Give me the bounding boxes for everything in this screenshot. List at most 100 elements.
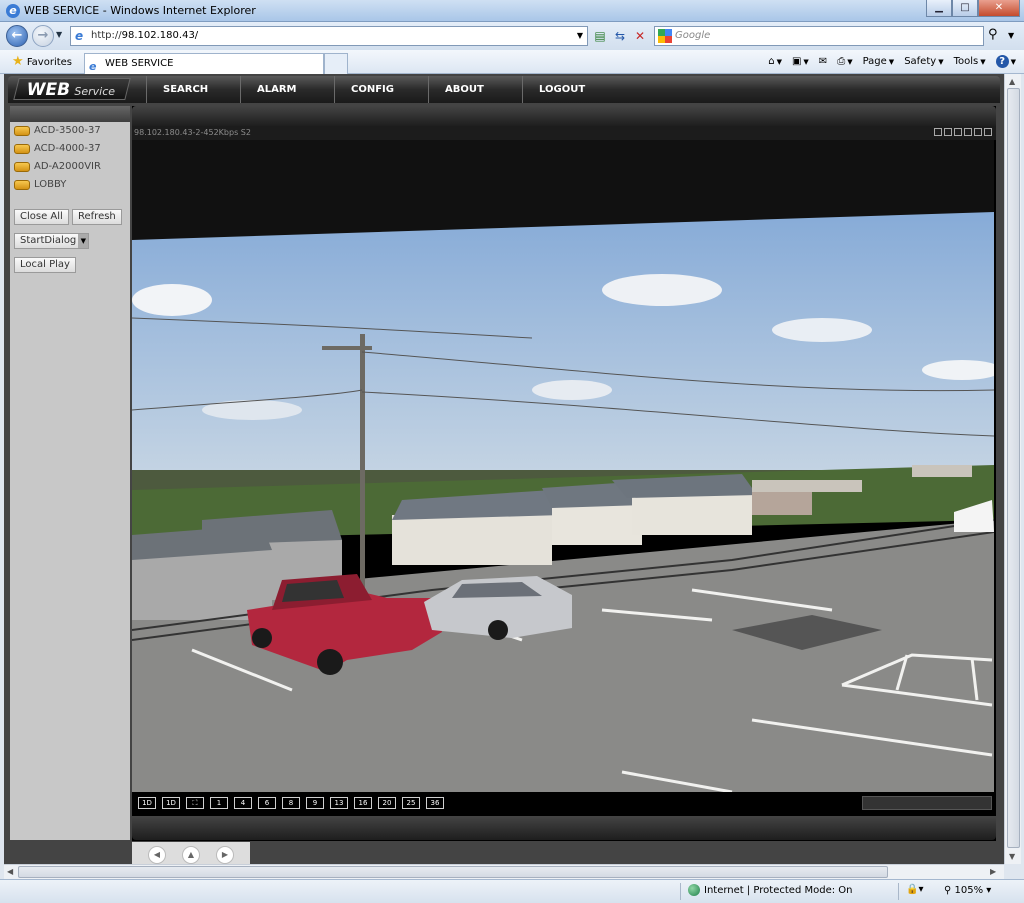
home-icon[interactable]: ⌂ ▼ (766, 54, 784, 70)
zoom-icon[interactable] (964, 128, 972, 136)
vertical-scroll-thumb[interactable] (1007, 88, 1020, 848)
close-button[interactable]: ✕ (978, 0, 1020, 17)
search-input[interactable]: Google (654, 26, 984, 46)
print-icon[interactable]: ⎙ ▼ (835, 54, 854, 70)
device-sidebar: ACD-3500-37 ACD-4000-37 AD-A2000VIR LOBB… (10, 106, 130, 840)
security-zone[interactable]: Internet | Protected Mode: On (688, 884, 852, 896)
mail-icon[interactable]: ✉ (817, 54, 829, 70)
stream-info: 98.102.180.43-2-452Kbps S2 (132, 126, 996, 140)
print-icon[interactable] (954, 128, 962, 136)
refresh-button[interactable]: Refresh (72, 209, 122, 225)
search-dropdown-icon[interactable]: ▼ (1008, 31, 1014, 40)
layout-button[interactable]: 1 (210, 797, 228, 809)
device-item[interactable]: ACD-4000-37 (10, 140, 130, 158)
device-label: AD-A2000VIR (34, 161, 101, 172)
scroll-down-icon[interactable]: ▼ (1009, 852, 1015, 861)
help-menu[interactable]: ? ▼ (994, 54, 1018, 70)
snapshot-icon[interactable] (944, 128, 952, 136)
page-menu[interactable]: Page ▼ (861, 54, 897, 70)
minimize-button[interactable]: ▁ (926, 0, 952, 17)
page-menu-label: Page (862, 56, 887, 67)
tab-web-service[interactable]: e WEB SERVICE (84, 53, 324, 74)
tools-menu[interactable]: Tools ▼ (952, 54, 988, 70)
layout-button[interactable]: 20 (378, 797, 396, 809)
address-dropdown-icon[interactable]: ▼ (577, 31, 583, 40)
stop-icon[interactable]: ✕ (632, 28, 648, 44)
web-service-logo: WEB Service (13, 78, 131, 100)
local-play-button[interactable]: Local Play (14, 257, 76, 273)
safety-menu[interactable]: Safety ▼ (902, 54, 945, 70)
scroll-up-icon[interactable]: ▲ (1009, 77, 1015, 86)
google-icon (658, 29, 672, 43)
horizontal-scroll-thumb[interactable] (18, 866, 888, 878)
device-item[interactable]: AD-A2000VIR (10, 158, 130, 176)
layout-button[interactable]: 1D (138, 797, 156, 809)
window-control-buttons[interactable] (862, 796, 992, 810)
tab-title: WEB SERVICE (105, 58, 174, 69)
menu-search[interactable]: SEARCH (146, 76, 240, 103)
search-icon[interactable]: ⚲ (988, 27, 998, 42)
zone-label: Internet | Protected Mode: On (704, 885, 853, 896)
logo-web-text: WEB (26, 80, 71, 100)
window-title: WEB SERVICE - Windows Internet Explorer (24, 4, 256, 17)
scroll-left-icon[interactable]: ◀ (7, 867, 13, 876)
maximize-button[interactable]: □ (952, 0, 978, 17)
audio-icon[interactable] (974, 128, 982, 136)
horizontal-scrollbar[interactable]: ◀ ▶ (4, 864, 1004, 879)
device-item[interactable]: LOBBY (10, 176, 130, 194)
layout-button[interactable]: 16 (354, 797, 372, 809)
feeds-icon[interactable]: ▣ ▼ (790, 54, 811, 70)
ptz-left-arrow-icon[interactable]: ◀ (148, 846, 166, 864)
new-tab-button[interactable] (324, 53, 348, 74)
layout-button[interactable]: 13 (330, 797, 348, 809)
favorites-button[interactable]: ★ Favorites (8, 53, 78, 71)
status-bar: Internet | Protected Mode: On 🔒▾ ⚲ 105% … (0, 879, 1024, 903)
safety-menu-label: Safety (904, 56, 937, 67)
layout-button[interactable]: 6 (258, 797, 276, 809)
history-dropdown-icon[interactable]: ▼ (56, 30, 62, 39)
menu-config[interactable]: CONFIG (334, 76, 428, 103)
protected-mode-icon[interactable]: 🔒▾ (906, 884, 923, 895)
scroll-right-icon[interactable]: ▶ (990, 867, 996, 876)
menu-logout[interactable]: LOGOUT (522, 76, 642, 103)
menu-about[interactable]: ABOUT (428, 76, 522, 103)
camera-feed[interactable] (132, 140, 994, 792)
ptz-control-panel: ◀ ▲ ▶ (132, 842, 250, 864)
ie-logo-icon: e (6, 4, 20, 18)
zoom-control[interactable]: ⚲ 105% ▾ (944, 885, 991, 896)
vertical-scrollbar[interactable]: ▲ ▼ (1004, 74, 1021, 864)
layout-button[interactable]: 1D (162, 797, 180, 809)
layout-button[interactable]: 36 (426, 797, 444, 809)
device-label: LOBBY (34, 179, 67, 190)
ptz-up-arrow-icon[interactable]: ▲ (182, 846, 200, 864)
compatibility-view-icon[interactable]: ▤ (592, 28, 608, 44)
status-divider (898, 883, 899, 900)
menu-alarm[interactable]: ALARM (240, 76, 334, 103)
device-label: ACD-4000-37 (34, 143, 101, 154)
layout-button[interactable]: 9 (306, 797, 324, 809)
layout-button[interactable]: 4 (234, 797, 252, 809)
record-icon[interactable] (934, 128, 942, 136)
window-tools (934, 128, 992, 136)
address-toolbar: ← → ▼ e http://98.102.180.43/ ▼ ▤ ⇆ ✕ Go… (0, 22, 1024, 50)
back-button[interactable]: ← (6, 25, 28, 47)
search-placeholder: Google (675, 30, 711, 41)
refresh-icon[interactable]: ⇆ (612, 28, 628, 44)
device-item[interactable]: ACD-3500-37 (10, 122, 130, 140)
app-menu-bar: WEB Service SEARCH ALARM CONFIG ABOUT LO… (8, 76, 1000, 103)
layout-button[interactable]: 25 (402, 797, 420, 809)
layout-button[interactable]: 8 (282, 797, 300, 809)
star-icon: ★ (12, 54, 24, 69)
close-video-icon[interactable] (984, 128, 992, 136)
close-all-button[interactable]: Close All (14, 209, 69, 225)
camera-icon (14, 162, 30, 172)
fullscreen-button[interactable]: ⛶ (186, 797, 204, 809)
start-dialog-select[interactable]: StartDialog ▼ (14, 233, 90, 249)
forward-button[interactable]: → (32, 25, 54, 47)
start-dialog-label: StartDialog (20, 235, 77, 246)
page-viewport: WEB Service SEARCH ALARM CONFIG ABOUT LO… (4, 74, 1004, 864)
address-input[interactable]: e http://98.102.180.43/ ▼ (70, 26, 588, 46)
camera-icon (14, 144, 30, 154)
ptz-right-arrow-icon[interactable]: ▶ (216, 846, 234, 864)
url-prefix: http:// (91, 30, 122, 41)
